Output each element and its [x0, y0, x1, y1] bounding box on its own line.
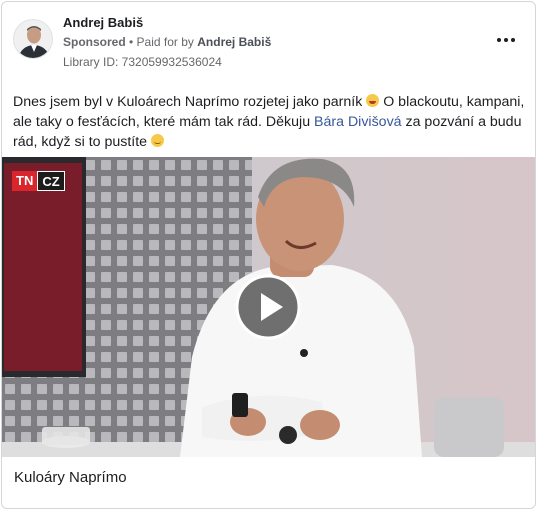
page-name[interactable]: Andrej Babiš [63, 15, 143, 30]
logo-cz: CZ [37, 171, 65, 191]
video-thumbnail[interactable]: TN CZ [2, 157, 535, 457]
sponsored-line: Sponsored • Paid for by Andrej Babiš [63, 35, 271, 49]
mention-link[interactable]: Bára Divišová [314, 114, 402, 130]
video-caption[interactable]: Kuloáry Naprímo [14, 469, 127, 486]
play-icon[interactable] [235, 274, 301, 340]
ad-card: Andrej Babiš Sponsored • Paid for by And… [1, 1, 536, 509]
laughing-emoji-icon [366, 94, 380, 107]
more-dot [511, 38, 515, 42]
more-dot [504, 38, 508, 42]
tn-cz-logo: TN CZ [12, 171, 65, 191]
more-horizontal-icon [497, 38, 501, 42]
paid-for-name: Andrej Babiš [197, 35, 272, 49]
page-avatar[interactable] [13, 19, 53, 59]
paid-for-prefix: • Paid for by [125, 35, 198, 49]
library-id: Library ID: 732059932536024 [63, 55, 222, 69]
more-options-button[interactable] [494, 32, 518, 48]
post-text: Dnes jsem byl v Kuloárech Naprímo rozjet… [13, 92, 528, 152]
smiling-emoji-icon [151, 134, 164, 147]
logo-tn: TN [12, 171, 38, 191]
post-text-part1: Dnes jsem byl v Kuloárech Naprímo rozjet… [13, 94, 367, 110]
sponsored-label: Sponsored [63, 35, 126, 49]
